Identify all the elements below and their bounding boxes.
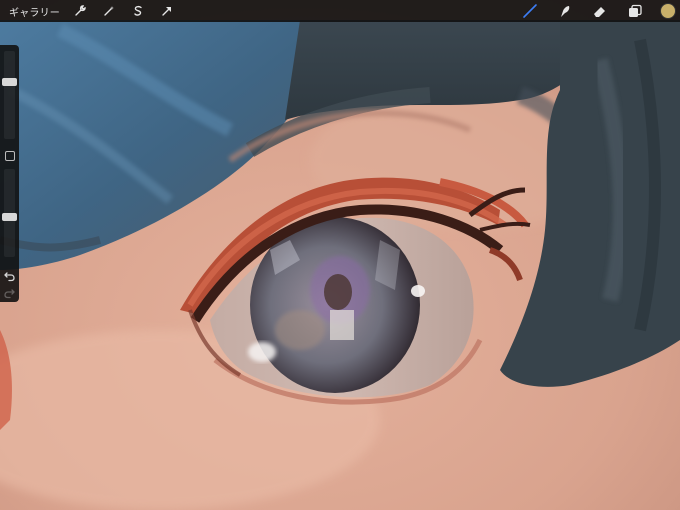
brush-opacity-thumb[interactable] [2,213,17,221]
magic-wand-icon[interactable] [99,1,119,21]
brush-size-slider[interactable] [2,51,17,139]
selection-s-icon[interactable] [128,1,148,21]
gallery-button[interactable]: ギャラリー [9,4,60,19]
transform-arrow-icon[interactable] [157,1,177,21]
top-toolbar: ギャラリー [0,0,680,22]
layers-icon[interactable] [625,1,645,21]
undo-icon[interactable] [3,268,16,282]
redo-icon[interactable] [3,285,16,299]
smudge-icon[interactable] [555,1,575,21]
eraser-icon[interactable] [590,1,610,21]
brush-icon[interactable] [520,1,540,21]
left-sidebar [0,45,19,302]
right-tools [520,0,680,22]
artwork-canvas[interactable] [0,0,680,510]
brush-opacity-slider[interactable] [2,169,17,257]
color-picker-swatch[interactable] [660,3,676,19]
wrench-icon[interactable] [70,1,90,21]
brush-size-thumb[interactable] [2,78,17,86]
modify-square-icon[interactable] [5,151,15,161]
